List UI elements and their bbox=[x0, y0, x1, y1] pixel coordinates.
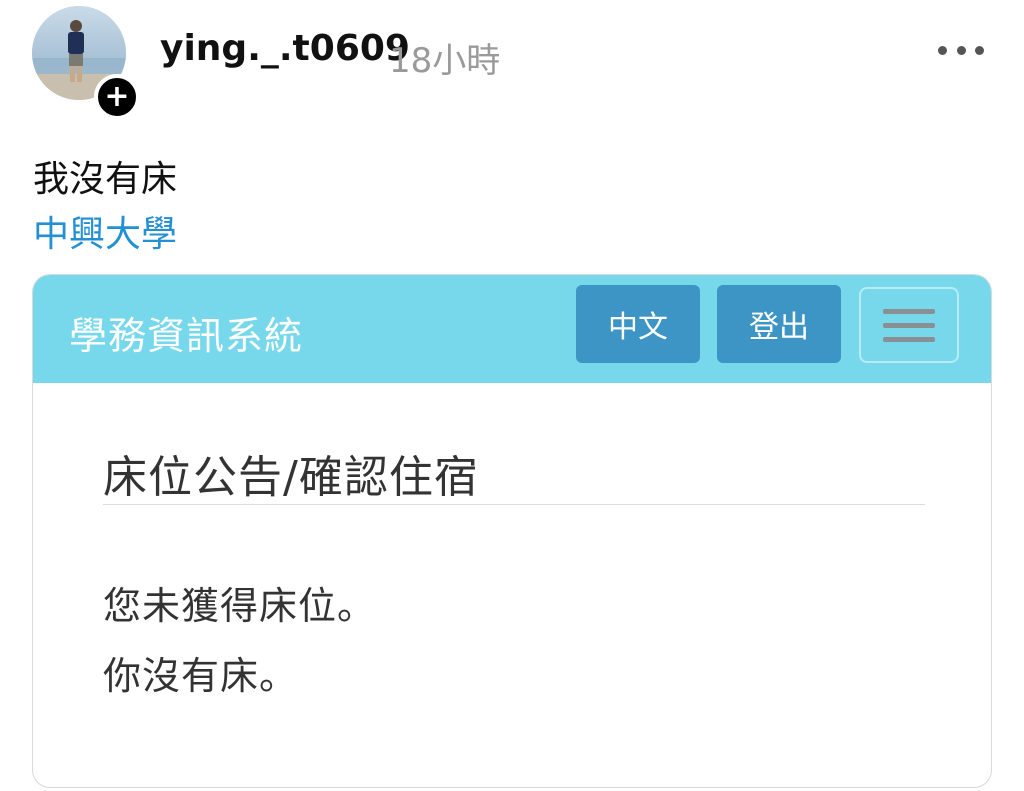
dot bbox=[975, 45, 984, 55]
post-timestamp: 18小時 bbox=[389, 41, 501, 81]
embedded-screenshot[interactable]: 學務資訊系統 中文 登出 床位公告/確認住宿 您未獲得床位。 你沒有床。 bbox=[32, 274, 992, 788]
menu-bar bbox=[883, 308, 935, 314]
page-heading: 床位公告/確認住宿 bbox=[103, 452, 479, 503]
dot bbox=[938, 45, 947, 55]
system-brand[interactable]: 學務資訊系統 bbox=[69, 305, 303, 360]
menu-bar bbox=[883, 322, 935, 328]
bed-status-message-2: 你沒有床。 bbox=[103, 654, 299, 698]
bed-status-message: 您未獲得床位。 bbox=[103, 584, 377, 628]
threads-post: + ying._.t0609 18小時 我沒有床 中興大學 學務資訊系統 中文 … bbox=[0, 0, 1024, 791]
logout-button[interactable]: 登出 bbox=[717, 285, 841, 363]
follow-plus-icon[interactable]: + bbox=[94, 74, 140, 120]
topic-tag-link[interactable]: 中興大學 bbox=[33, 205, 177, 257]
language-button[interactable]: 中文 bbox=[576, 285, 700, 363]
menu-bar bbox=[883, 336, 935, 342]
system-navbar: 學務資訊系統 中文 登出 bbox=[33, 275, 991, 383]
username[interactable]: ying._.t0609 bbox=[160, 28, 410, 69]
heading-divider bbox=[103, 504, 925, 505]
hamburger-menu-icon[interactable] bbox=[859, 287, 959, 363]
dot bbox=[956, 45, 966, 55]
more-options-icon[interactable] bbox=[938, 40, 984, 60]
post-caption: 我沒有床 bbox=[33, 159, 178, 200]
avatar-container[interactable]: + bbox=[32, 6, 140, 120]
